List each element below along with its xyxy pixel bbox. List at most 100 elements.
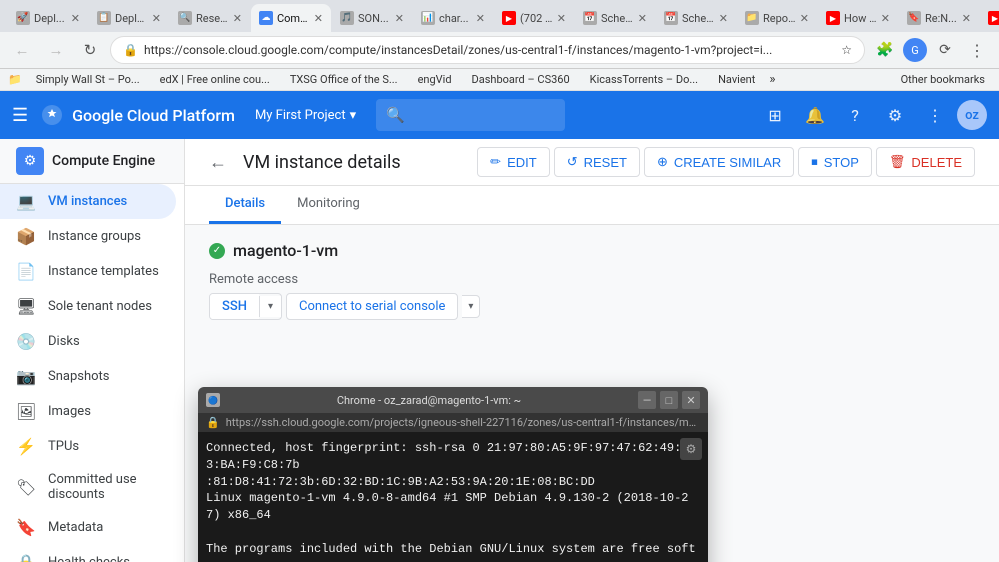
tab-close-1[interactable]: ✕ bbox=[71, 12, 80, 25]
tab-close-6[interactable]: ✕ bbox=[476, 12, 485, 25]
sidebar-item-images[interactable]: 🖼 Images bbox=[0, 394, 176, 429]
delete-button[interactable]: 🗑 DELETE bbox=[876, 147, 975, 177]
help-icon[interactable]: ? bbox=[837, 97, 873, 133]
tab-details[interactable]: Details bbox=[209, 186, 281, 224]
ssh-main-button[interactable]: SSH bbox=[210, 294, 259, 319]
sidebar-item-vm-instances[interactable]: 💻 VM instances bbox=[0, 184, 176, 219]
terminal-body[interactable]: ⚙ Connected, host fingerprint: ssh-rsa 0… bbox=[198, 432, 708, 562]
tab-close-7[interactable]: ✕ bbox=[557, 12, 566, 25]
tab-6[interactable]: 📊char...✕ bbox=[413, 4, 493, 32]
tab-favicon-3: 🔍 bbox=[178, 11, 192, 25]
tab-12[interactable]: 🔖Re:N...✕ bbox=[899, 4, 979, 32]
tab-close-10[interactable]: ✕ bbox=[800, 12, 809, 25]
bookmark-5[interactable]: Dashboard – CS360 bbox=[466, 71, 576, 88]
sidebar-item-tpus[interactable]: ⚡ TPUs bbox=[0, 429, 176, 464]
bookmark-3[interactable]: TXSG Office of the S... bbox=[284, 71, 404, 88]
ssh-dropdown-button[interactable]: ▾ bbox=[259, 296, 281, 317]
sidebar-item-sole-tenant-nodes[interactable]: 🖥 Sole tenant nodes bbox=[0, 289, 176, 324]
sidebar-item-instance-templates[interactable]: 📄 Instance templates bbox=[0, 254, 176, 289]
tab-close-9[interactable]: ✕ bbox=[719, 12, 728, 25]
bookmark-6[interactable]: KicassTorrents – Do... bbox=[584, 71, 704, 88]
tab-8[interactable]: 📅Sche...✕ bbox=[575, 4, 655, 32]
tab-close-5[interactable]: ✕ bbox=[395, 12, 404, 25]
tab-7[interactable]: ▶ (702 ... ✕ bbox=[494, 4, 574, 32]
tpus-icon: ⚡ bbox=[16, 437, 36, 456]
user-avatar[interactable]: oz bbox=[957, 100, 987, 130]
tab-title-8: Sche... bbox=[601, 12, 634, 25]
bookmark-7[interactable]: Navient bbox=[712, 71, 761, 88]
serial-dropdown-button[interactable]: ▾ bbox=[462, 295, 480, 318]
back-button[interactable]: ← bbox=[8, 36, 36, 64]
project-name: My First Project bbox=[255, 108, 346, 123]
profile-icon[interactable]: G bbox=[903, 38, 927, 62]
stop-button[interactable]: ⏹ STOP bbox=[798, 147, 872, 177]
edit-button[interactable]: ✏ EDIT bbox=[477, 147, 550, 177]
connect-serial-button[interactable]: Connect to serial console bbox=[286, 293, 458, 320]
bookmark-1[interactable]: Simply Wall St – Po... bbox=[30, 71, 146, 88]
remote-access-label: Remote access bbox=[209, 272, 975, 287]
tab-1[interactable]: 🚀Depl...✕ bbox=[8, 4, 88, 32]
sidebar-item-health-checks[interactable]: 🔒 Health checks bbox=[0, 545, 176, 562]
tab-close-11[interactable]: ✕ bbox=[881, 12, 890, 25]
tab-4-active[interactable]: ☁Comp...✕ bbox=[251, 4, 331, 32]
sidebar-item-committed-use[interactable]: 🏷 Committed use discounts bbox=[0, 464, 176, 510]
tabs-bar: Details Monitoring bbox=[185, 186, 999, 225]
sidebar-item-metadata[interactable]: 🔖 Metadata bbox=[0, 510, 176, 545]
vm-instances-icon: 💻 bbox=[16, 192, 36, 211]
more-options-icon[interactable]: ⋮ bbox=[917, 97, 953, 133]
address-bar[interactable]: 🔒 https://console.cloud.google.com/compu… bbox=[110, 36, 865, 64]
gcp-project-selector[interactable]: My First Project ▾ bbox=[247, 104, 364, 127]
tab-monitoring[interactable]: Monitoring bbox=[281, 186, 376, 224]
tab-11[interactable]: ▶How ...✕ bbox=[818, 4, 898, 32]
address-text: https://console.cloud.google.com/compute… bbox=[144, 43, 835, 57]
tab-9[interactable]: 📅Sche...✕ bbox=[656, 4, 736, 32]
reload-button[interactable]: ↻ bbox=[76, 36, 104, 64]
other-bookmarks[interactable]: Other bookmarks bbox=[895, 71, 991, 88]
notification-bell-icon[interactable]: 🔔 bbox=[797, 97, 833, 133]
forward-button[interactable]: → bbox=[42, 36, 70, 64]
stop-icon: ⏹ bbox=[811, 154, 818, 170]
tab-favicon-11: ▶ bbox=[826, 11, 840, 25]
create-similar-button[interactable]: ⊕ CREATE SIMILAR bbox=[644, 147, 794, 177]
apps-icon[interactable]: ⊞ bbox=[757, 97, 793, 133]
compute-engine-icon: ⚙ bbox=[16, 147, 44, 175]
terminal-minimize-button[interactable]: — bbox=[638, 391, 656, 409]
body-area: ⚙ Compute Engine 💻 VM instances 📦 Instan… bbox=[0, 139, 999, 562]
tab-close-8[interactable]: ✕ bbox=[638, 12, 647, 25]
tab-close-12[interactable]: ✕ bbox=[962, 12, 971, 25]
sidebar-item-instance-groups[interactable]: 📦 Instance groups bbox=[0, 219, 176, 254]
gcp-logo: Google Cloud Platform bbox=[40, 103, 235, 127]
bookmark-2[interactable]: edX | Free online cou... bbox=[154, 71, 276, 88]
settings-icon[interactable]: ⋮ bbox=[963, 36, 991, 64]
sidebar-label-images: Images bbox=[48, 404, 91, 419]
reset-button[interactable]: ↺ RESET bbox=[554, 147, 640, 177]
terminal-close-button[interactable]: ✕ bbox=[682, 391, 700, 409]
sidebar-header-title: Compute Engine bbox=[52, 153, 155, 169]
gcp-search-bar[interactable]: 🔍 bbox=[376, 99, 564, 131]
sync-icon[interactable]: ⟳ bbox=[931, 36, 959, 64]
extensions-icon[interactable]: 🧩 bbox=[871, 36, 899, 64]
terminal-maximize-button[interactable]: □ bbox=[660, 391, 678, 409]
bookmark-4[interactable]: engVid bbox=[412, 71, 458, 88]
tab-close-3[interactable]: ✕ bbox=[233, 12, 242, 25]
tab-favicon-7: ▶ bbox=[502, 11, 516, 25]
tab-close-2[interactable]: ✕ bbox=[152, 12, 161, 25]
tab-title-7: (702 ... bbox=[520, 12, 553, 25]
bookmarks-more[interactable]: » bbox=[769, 72, 775, 87]
tab-5[interactable]: 🎵SON...✕ bbox=[332, 4, 412, 32]
back-button[interactable]: ← bbox=[209, 152, 227, 173]
star-icon[interactable]: ☆ bbox=[841, 43, 852, 57]
bookmarks-folder-icon[interactable]: 📁 bbox=[8, 73, 22, 86]
search-icon: 🔍 bbox=[386, 106, 405, 124]
hamburger-menu[interactable]: ☰ bbox=[12, 105, 28, 126]
tab-2[interactable]: 📋Deplo...✕ bbox=[89, 4, 169, 32]
sidebar-item-snapshots[interactable]: 📷 Snapshots bbox=[0, 359, 176, 394]
tab-3[interactable]: 🔍Resea...✕ bbox=[170, 4, 250, 32]
tab-10[interactable]: 📁Repo...✕ bbox=[737, 4, 817, 32]
terminal-settings-icon[interactable]: ⚙ bbox=[680, 438, 702, 460]
sidebar: ⚙ Compute Engine 💻 VM instances 📦 Instan… bbox=[0, 139, 185, 562]
sidebar-item-disks[interactable]: 💿 Disks bbox=[0, 324, 176, 359]
tab-13[interactable]: ▶(704...✕ bbox=[980, 4, 999, 32]
settings-gear-icon[interactable]: ⚙ bbox=[877, 97, 913, 133]
tab-close-4[interactable]: ✕ bbox=[314, 12, 323, 25]
